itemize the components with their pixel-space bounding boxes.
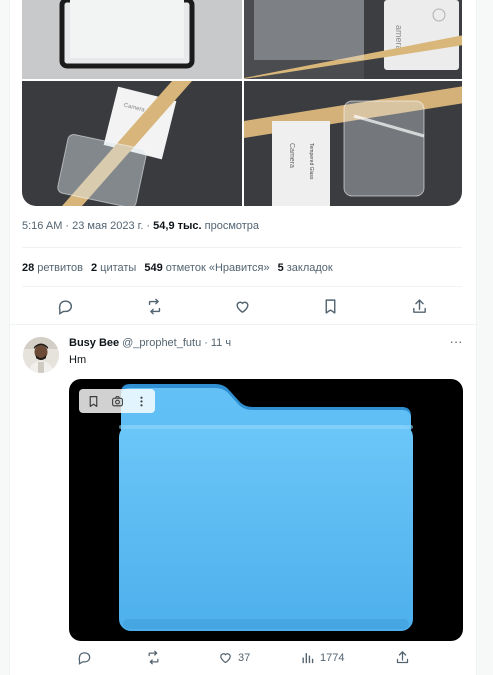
- stat-count: 28: [22, 262, 35, 274]
- stat-count: 2: [91, 262, 98, 274]
- stat-likes[interactable]: 549 отметок «Нравится»: [144, 262, 269, 274]
- reply-icon[interactable]: [55, 296, 75, 316]
- photo-glass-on-card[interactable]: amera: [244, 0, 462, 79]
- timestamp-text[interactable]: 5:16 AM · 23 мая 2023 г. ·: [22, 220, 150, 232]
- reply-icon: [78, 652, 91, 665]
- retweet-icon[interactable]: [144, 296, 164, 316]
- tweet-media-image[interactable]: [69, 379, 463, 641]
- share-icon[interactable]: [409, 296, 429, 316]
- stat-label: цитаты: [100, 262, 137, 274]
- bookmark-icon[interactable]: [320, 296, 340, 316]
- like-button[interactable]: 37: [218, 650, 250, 665]
- stat-quotes[interactable]: 2 цитаты: [91, 262, 136, 274]
- tweet-actions: 37 1774: [69, 650, 463, 670]
- tweet-actions: [22, 296, 462, 318]
- timeline-column: amera Camera Camera Tempered Glass 5:16 …: [9, 0, 478, 675]
- tweet-stats: 28 ретвитов 2 цитаты 549 отметок «Нравится»…: [22, 262, 333, 274]
- like-icon: [220, 653, 231, 664]
- photo-screen-protector-frame[interactable]: [22, 0, 242, 79]
- tweet-separator: [10, 324, 478, 325]
- photo-camera-lens-protector[interactable]: Camera: [22, 81, 242, 206]
- reply-button[interactable]: [77, 650, 92, 665]
- divider: [22, 286, 462, 287]
- stat-count: 5: [277, 262, 284, 274]
- user-display-name[interactable]: Busy Bee: [69, 337, 119, 349]
- tweet-timestamp[interactable]: 5:16 AM · 23 мая 2023 г. · 54,9 тыс. про…: [22, 220, 259, 232]
- divider: [22, 247, 462, 248]
- header-separator: ·: [204, 337, 208, 349]
- user-handle[interactable]: @_prophet_futu: [122, 337, 201, 349]
- share-icon: [396, 651, 409, 664]
- media-overlay-toolbar: [79, 389, 155, 413]
- views-button[interactable]: 1774: [300, 650, 344, 665]
- stat-label: ретвитов: [37, 262, 84, 274]
- stat-bookmarks[interactable]: 5 закладок: [278, 262, 333, 274]
- photo-tempered-glass-box[interactable]: Camera Tempered Glass: [244, 81, 462, 206]
- stat-label: закладок: [286, 262, 333, 274]
- views-count: 54,9 тыс.: [153, 220, 202, 232]
- retweet-icon: [148, 650, 159, 665]
- tweet-header: Busy Bee @_prophet_futu · 11 ч: [69, 337, 231, 349]
- svg-text:Camera: Camera: [288, 143, 295, 168]
- like-count: 37: [238, 651, 251, 664]
- folder-image: [119, 384, 413, 631]
- stat-label: отметок «Нравится»: [165, 262, 270, 274]
- tweet-time[interactable]: 11 ч: [211, 337, 231, 349]
- avatar[interactable]: [23, 337, 59, 373]
- retweet-button[interactable]: [146, 650, 161, 665]
- more-options-icon[interactable]: ···: [448, 335, 464, 351]
- stat-retweets[interactable]: 28 ретвитов: [22, 262, 83, 274]
- share-button[interactable]: [395, 650, 410, 665]
- svg-text:Tempered Glass: Tempered Glass: [308, 143, 314, 180]
- more-vertical-icon[interactable]: [130, 390, 152, 412]
- like-icon[interactable]: [232, 296, 252, 316]
- stat-count: 549: [144, 262, 163, 274]
- views-label: просмотра: [204, 220, 260, 232]
- tweet-photo-grid[interactable]: amera Camera Camera Tempered Glass: [22, 0, 462, 206]
- views-count: 1774: [320, 651, 345, 664]
- views-chart-icon: [302, 653, 314, 664]
- svg-text:amera: amera: [394, 25, 404, 51]
- camera-search-icon[interactable]: [106, 390, 128, 412]
- tweet-text: Hm: [69, 354, 87, 366]
- bookmark-icon[interactable]: [82, 390, 104, 412]
